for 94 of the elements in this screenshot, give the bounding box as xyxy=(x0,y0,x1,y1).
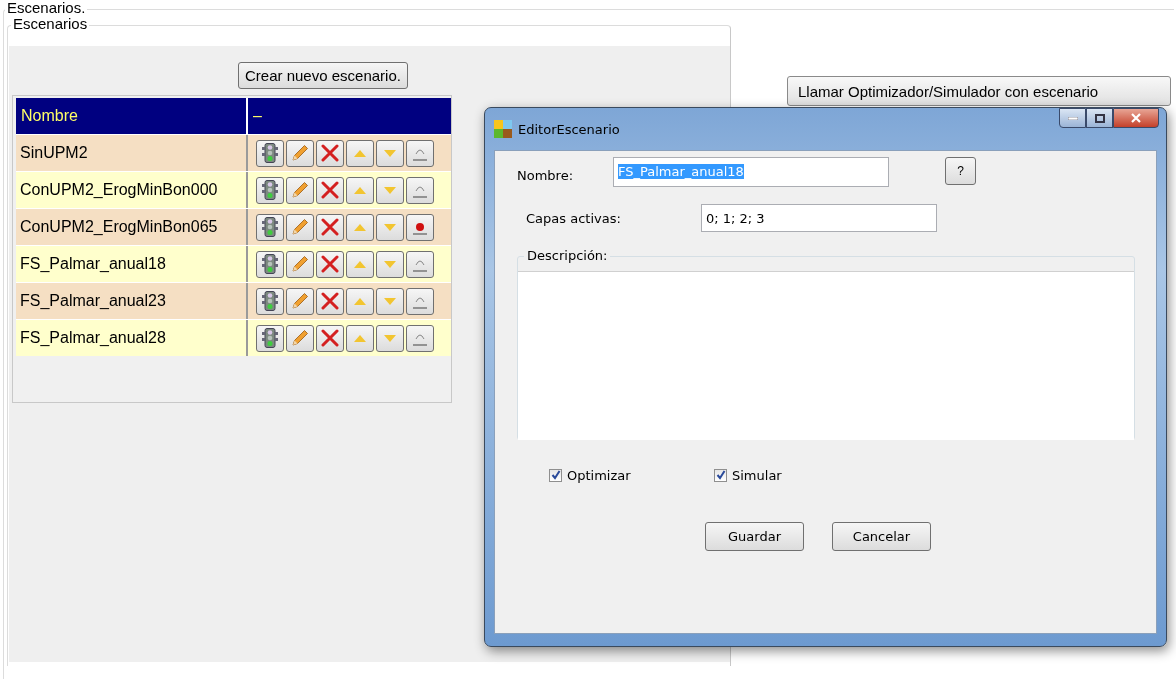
delete-button[interactable] xyxy=(316,324,344,352)
checkbox[interactable]: Simular xyxy=(714,467,782,483)
marked-toggle-button[interactable] xyxy=(406,213,434,241)
edit-button[interactable] xyxy=(286,287,314,315)
edit-button[interactable] xyxy=(286,324,314,352)
group-label: Escenarios. xyxy=(5,0,88,16)
delete-button[interactable] xyxy=(316,250,344,278)
delete-button[interactable] xyxy=(316,176,344,204)
mark-toggle-button[interactable] xyxy=(406,139,434,167)
delete-icon xyxy=(321,181,339,199)
pencil-icon xyxy=(291,218,309,236)
mark-toggle-button[interactable] xyxy=(406,250,434,278)
window-title: EditorEscenario xyxy=(518,121,620,137)
status-button[interactable] xyxy=(256,287,284,315)
pencil-icon xyxy=(291,181,309,199)
maximize-button[interactable] xyxy=(1086,108,1113,128)
move-up-button[interactable] xyxy=(346,250,374,278)
move-down-button[interactable] xyxy=(376,287,404,315)
move-down-button[interactable] xyxy=(376,176,404,204)
edit-button[interactable] xyxy=(286,250,314,278)
down-arrow-icon xyxy=(384,149,396,157)
traffic-light-icon xyxy=(262,328,278,348)
layers-field[interactable]: 0; 1; 2; 3 xyxy=(701,204,937,232)
check-icon xyxy=(550,470,561,480)
description-field[interactable] xyxy=(518,271,1134,440)
pencil-icon xyxy=(291,329,309,347)
minimize-button[interactable] xyxy=(1059,108,1086,128)
down-arrow-icon xyxy=(384,297,396,305)
move-down-button[interactable] xyxy=(376,213,404,241)
status-button[interactable] xyxy=(256,250,284,278)
column-header: – xyxy=(252,106,263,126)
delete-icon xyxy=(321,329,339,347)
edit-button[interactable] xyxy=(286,176,314,204)
move-up-button[interactable] xyxy=(346,139,374,167)
mark-toggle-button[interactable] xyxy=(406,324,434,352)
traffic-light-icon xyxy=(262,291,278,311)
save-button[interactable]: Guardar xyxy=(705,522,804,551)
mark-toggle-button[interactable] xyxy=(406,287,434,315)
check-icon xyxy=(715,470,726,480)
traffic-light-icon xyxy=(262,217,278,237)
up-arrow-icon xyxy=(354,297,366,305)
create-button[interactable]: Crear nuevo escenario. xyxy=(238,62,408,89)
status-button[interactable] xyxy=(256,324,284,352)
move-up-button[interactable] xyxy=(346,324,374,352)
cancel-button[interactable]: Cancelar xyxy=(832,522,931,551)
table-cell: FS_Palmar_anual28 xyxy=(16,320,248,356)
move-down-button[interactable] xyxy=(376,250,404,278)
pencil-icon xyxy=(291,255,309,273)
move-up-button[interactable] xyxy=(346,176,374,204)
close-icon xyxy=(1131,113,1141,123)
status-button[interactable] xyxy=(256,139,284,167)
down-arrow-icon xyxy=(384,260,396,268)
down-arrow-icon xyxy=(384,223,396,231)
mark-toggle-button[interactable] xyxy=(406,176,434,204)
help-button[interactable]: ? xyxy=(945,156,976,185)
up-arrow-icon xyxy=(354,260,366,268)
move-up-button[interactable] xyxy=(346,287,374,315)
checkbox[interactable]: Optimizar xyxy=(549,467,714,483)
app-icon xyxy=(494,120,512,138)
down-arrow-icon xyxy=(384,334,396,342)
delete-button[interactable] xyxy=(316,287,344,315)
checkbox-box[interactable] xyxy=(714,468,727,482)
status-button[interactable] xyxy=(256,213,284,241)
delete-icon xyxy=(321,144,339,162)
up-arrow-icon xyxy=(354,334,366,342)
run-button[interactable]: Llamar Optimizador/Simulador con escenario xyxy=(787,76,1171,106)
edit-button[interactable] xyxy=(286,139,314,167)
edit-button[interactable] xyxy=(286,213,314,241)
field-label: Nombre: xyxy=(517,168,575,183)
up-arrow-icon xyxy=(354,186,366,194)
up-arrow-icon xyxy=(354,149,366,157)
maximize-icon xyxy=(1094,113,1105,123)
field-label: Capas activas: xyxy=(526,210,622,226)
pencil-icon xyxy=(291,144,309,162)
close-button[interactable] xyxy=(1113,108,1159,128)
delete-icon xyxy=(321,255,339,273)
delete-icon xyxy=(321,292,339,310)
group-label: Descripción: xyxy=(524,248,611,263)
checkbox-box[interactable] xyxy=(549,468,562,482)
traffic-light-icon xyxy=(262,180,278,200)
delete-icon xyxy=(321,218,339,236)
traffic-light-icon xyxy=(262,143,278,163)
group-label: Escenarios xyxy=(11,15,90,32)
pencil-icon xyxy=(291,292,309,310)
up-arrow-icon xyxy=(354,223,366,231)
minimize-icon xyxy=(1067,116,1078,120)
down-arrow-icon xyxy=(384,186,396,194)
delete-button[interactable] xyxy=(316,139,344,167)
traffic-light-icon xyxy=(262,254,278,274)
status-button[interactable] xyxy=(256,176,284,204)
move-down-button[interactable] xyxy=(376,324,404,352)
delete-button[interactable] xyxy=(316,213,344,241)
move-down-button[interactable] xyxy=(376,139,404,167)
move-up-button[interactable] xyxy=(346,213,374,241)
